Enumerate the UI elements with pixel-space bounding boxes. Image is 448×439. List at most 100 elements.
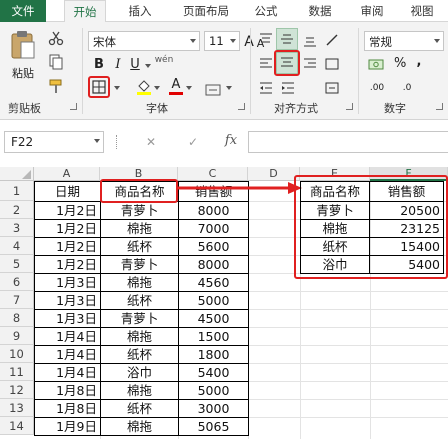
orientation-icon[interactable] xyxy=(324,32,340,48)
formula-input[interactable] xyxy=(248,131,448,153)
table-cell[interactable]: 1月4日 xyxy=(34,328,101,346)
table-cell[interactable]: 1月2日 xyxy=(34,238,101,256)
table-cell[interactable]: 棉拖 xyxy=(101,328,179,346)
font-color-button[interactable]: A xyxy=(168,77,184,96)
font-launcher-icon[interactable] xyxy=(238,103,245,110)
table-cell[interactable]: 纸杯 xyxy=(101,346,179,364)
top-align-icon[interactable] xyxy=(258,32,274,48)
middle-align-button[interactable] xyxy=(276,28,298,50)
percent-button[interactable]: % xyxy=(394,56,406,72)
table-cell[interactable]: 纸杯 xyxy=(101,292,179,310)
table-cell[interactable]: 纸杯 xyxy=(101,400,179,418)
cancel-icon[interactable]: ✕ xyxy=(144,134,158,150)
phonetic-icon[interactable] xyxy=(204,78,222,96)
table-cell[interactable]: 4500 xyxy=(179,310,249,328)
number-launcher-icon[interactable] xyxy=(436,103,443,110)
grow-font-icon[interactable]: A xyxy=(244,34,254,50)
paste-button[interactable]: 粘贴 xyxy=(6,28,40,90)
table-cell[interactable]: 8000 xyxy=(179,256,249,274)
clipboard-launcher-icon[interactable] xyxy=(70,103,77,110)
table-cell[interactable]: 青萝卜 xyxy=(101,310,179,328)
table-cell[interactable]: 4560 xyxy=(179,274,249,292)
italic-button[interactable]: I xyxy=(112,57,124,73)
chevron-down-icon[interactable] xyxy=(226,86,232,90)
table-cell[interactable]: 纸杯 xyxy=(101,238,179,256)
row-header[interactable]: 13 xyxy=(0,399,34,417)
table-header-cell[interactable]: 日期 xyxy=(34,181,101,202)
underline-button[interactable]: U xyxy=(128,57,142,73)
table-cell[interactable]: 5065 xyxy=(179,418,249,436)
chevron-down-icon[interactable] xyxy=(114,86,120,90)
row-header[interactable]: 14 xyxy=(0,417,34,435)
table-cell[interactable]: 7000 xyxy=(179,220,249,238)
select-all-corner[interactable] xyxy=(0,167,34,181)
table-cell[interactable]: 1月3日 xyxy=(34,274,101,292)
font-name-select[interactable]: 宋体 xyxy=(88,31,200,51)
table-cell[interactable]: 青萝卜 xyxy=(101,256,179,274)
row-header[interactable]: 3 xyxy=(0,219,34,237)
row-header[interactable]: 10 xyxy=(0,345,34,363)
column-header-d[interactable]: D xyxy=(248,167,300,181)
comma-button[interactable]: , xyxy=(414,54,424,70)
table-cell[interactable]: 1月4日 xyxy=(34,364,101,382)
row-header[interactable]: 6 xyxy=(0,273,34,291)
table-cell[interactable]: 青萝卜 xyxy=(101,202,179,220)
table-cell[interactable]: 1月8日 xyxy=(34,382,101,400)
tab-page-layout[interactable]: 页面布局 xyxy=(174,0,238,22)
cut-icon[interactable] xyxy=(48,30,64,46)
table-cell[interactable]: 1月2日 xyxy=(34,220,101,238)
table-cell[interactable]: 棉拖 xyxy=(101,274,179,292)
tab-data[interactable]: 数据 xyxy=(300,0,340,22)
table-cell[interactable]: 1月8日 xyxy=(34,400,101,418)
table-cell[interactable]: 棉拖 xyxy=(101,220,179,238)
name-box[interactable]: F22 xyxy=(4,131,104,153)
row-header[interactable]: 11 xyxy=(0,363,34,381)
table-cell[interactable]: 浴巾 xyxy=(101,364,179,382)
row-header[interactable]: 2 xyxy=(0,201,34,219)
decrease-indent-icon[interactable] xyxy=(258,80,274,96)
row-header[interactable]: 4 xyxy=(0,237,34,255)
bottom-align-icon[interactable] xyxy=(302,32,318,48)
merge-center-icon[interactable] xyxy=(324,80,340,96)
chevron-down-icon[interactable] xyxy=(186,86,192,90)
table-cell[interactable]: 1月4日 xyxy=(34,346,101,364)
table-cell[interactable]: 5400 xyxy=(179,364,249,382)
align-left-icon[interactable] xyxy=(258,56,274,72)
alignment-launcher-icon[interactable] xyxy=(346,103,353,110)
font-size-select[interactable]: 11 xyxy=(204,31,240,51)
row-header[interactable]: 1 xyxy=(0,181,34,201)
row-header[interactable]: 7 xyxy=(0,291,34,309)
column-header-c[interactable]: C xyxy=(178,167,248,181)
decrease-decimal-button[interactable]: .0 xyxy=(396,80,418,96)
table-cell[interactable]: 1月9日 xyxy=(34,418,101,436)
table-cell[interactable]: 5000 xyxy=(179,292,249,310)
row-header[interactable]: 12 xyxy=(0,381,34,399)
tab-insert[interactable]: 插入 xyxy=(120,0,160,22)
fill-color-icon[interactable] xyxy=(136,78,152,96)
increase-indent-icon[interactable] xyxy=(280,80,296,96)
table-cell[interactable]: 棉拖 xyxy=(101,382,179,400)
table-cell[interactable]: 棉拖 xyxy=(101,418,179,436)
tab-formulas[interactable]: 公式 xyxy=(246,0,286,22)
tab-home[interactable]: 开始 xyxy=(64,0,106,23)
currency-icon[interactable] xyxy=(368,56,384,72)
chevron-down-icon[interactable] xyxy=(154,86,160,90)
table-cell[interactable]: 1500 xyxy=(179,328,249,346)
table-cell[interactable]: 1月2日 xyxy=(34,202,101,220)
copy-icon[interactable] xyxy=(48,54,64,70)
insert-function-icon[interactable]: fx xyxy=(222,133,240,149)
table-cell[interactable]: 5000 xyxy=(179,382,249,400)
tab-review[interactable]: 审阅 xyxy=(352,0,392,22)
align-right-icon[interactable] xyxy=(302,56,318,72)
bold-button[interactable]: B xyxy=(92,57,106,73)
row-header[interactable]: 5 xyxy=(0,255,34,273)
format-painter-icon[interactable] xyxy=(48,78,64,94)
enter-icon[interactable]: ✓ xyxy=(186,134,200,150)
row-header[interactable]: 8 xyxy=(0,309,34,327)
table-cell[interactable]: 3000 xyxy=(179,400,249,418)
column-header-a[interactable]: A xyxy=(34,167,100,181)
table-cell[interactable]: 1月3日 xyxy=(34,310,101,328)
tab-file[interactable]: 文件 xyxy=(0,0,46,22)
number-format-select[interactable]: 常规 xyxy=(364,31,444,51)
increase-decimal-button[interactable]: .00 xyxy=(366,80,388,96)
